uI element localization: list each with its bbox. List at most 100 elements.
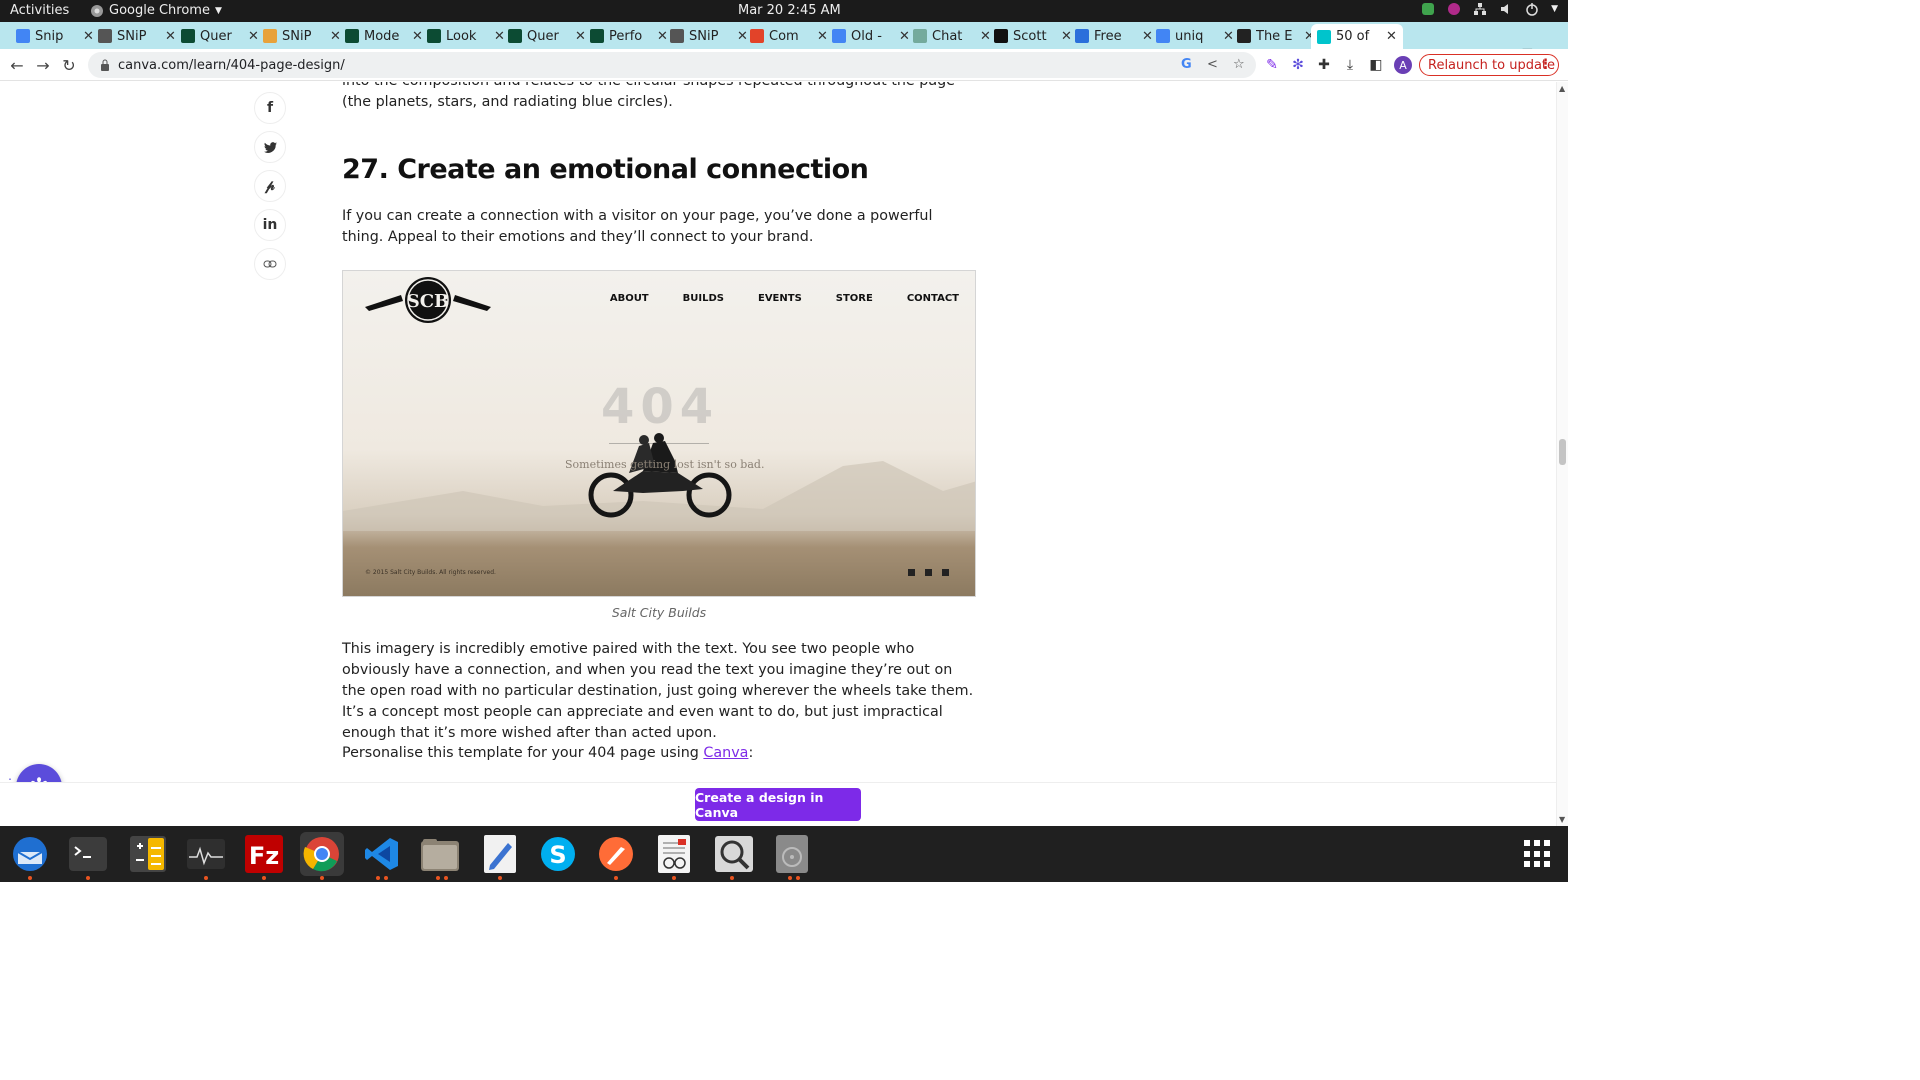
close-tab-icon[interactable]: ✕	[248, 29, 259, 44]
running-indicator	[436, 876, 440, 880]
system-monitor-icon[interactable]	[184, 832, 228, 876]
tab-16[interactable]: The E ✕	[1237, 25, 1315, 47]
running-indicator	[204, 876, 208, 880]
tab-5[interactable]: Mode ✕	[345, 25, 423, 47]
activities-button[interactable]: Activities	[10, 3, 69, 18]
tab-13[interactable]: Scott ✕	[994, 25, 1072, 47]
tab-label: SNiP	[282, 28, 312, 44]
close-tab-icon[interactable]: ✕	[165, 29, 176, 44]
create-design-button[interactable]: Create a design in Canva	[695, 788, 861, 821]
tab-8[interactable]: Perfo ✕	[590, 25, 668, 47]
terminal-icon[interactable]	[66, 832, 110, 876]
tab-11[interactable]: Old - ✕	[832, 25, 910, 47]
tab-4[interactable]: SNiP ✕	[263, 25, 341, 47]
postman-icon[interactable]	[594, 832, 638, 876]
pen-extension-icon[interactable]: ✎	[1263, 56, 1281, 74]
close-tab-icon[interactable]: ✕	[899, 29, 910, 44]
relaunch-button[interactable]: Relaunch to update ⋮	[1419, 54, 1559, 76]
tab-1[interactable]: Snip ✕	[16, 25, 94, 47]
canva-link[interactable]: Canva	[703, 745, 748, 761]
profile-avatar[interactable]: A	[1394, 56, 1412, 74]
tab-10[interactable]: Com ✕	[750, 25, 828, 47]
tab-2[interactable]: SNiP ✕	[98, 25, 176, 47]
disk-icon[interactable]	[770, 832, 814, 876]
side-panel-icon[interactable]: ◧	[1367, 56, 1385, 74]
extensions-icon[interactable]: ✚	[1315, 56, 1333, 74]
close-tab-icon[interactable]: ✕	[980, 29, 991, 44]
close-tab-icon[interactable]: ✕	[494, 29, 505, 44]
close-tab-icon[interactable]: ✕	[1061, 29, 1072, 44]
running-indicator	[614, 876, 618, 880]
tab-12[interactable]: Chat ✕	[913, 25, 991, 47]
share-rail: f 𝓅 in	[254, 92, 286, 287]
close-tab-icon[interactable]: ✕	[657, 29, 668, 44]
close-tab-icon[interactable]: ✕	[1223, 29, 1234, 44]
close-tab-icon[interactable]: ✕	[83, 29, 94, 44]
system-top-bar: Activities Google Chrome ▼ Mar 20 2:45 A…	[0, 0, 1568, 22]
text-editor-icon[interactable]	[478, 832, 522, 876]
bookmark-star-icon[interactable]: ☆	[1233, 57, 1245, 72]
tab-3[interactable]: Quer ✕	[181, 25, 259, 47]
facebook-icon	[942, 569, 949, 576]
update-icon[interactable]	[1421, 2, 1435, 16]
network-icon[interactable]	[1473, 2, 1487, 16]
tab-label: Scott	[1013, 28, 1047, 44]
tab-6[interactable]: Look ✕	[427, 25, 505, 47]
close-tab-icon[interactable]: ✕	[330, 29, 341, 44]
scrollbar-thumb[interactable]	[1559, 439, 1566, 465]
thunderbird-icon[interactable]	[8, 832, 52, 876]
tab-7[interactable]: Quer ✕	[508, 25, 586, 47]
chrome-icon[interactable]	[300, 832, 344, 876]
section-heading: 27. Create an emotional connection	[342, 154, 869, 185]
system-tray[interactable]: ▼	[1421, 2, 1558, 16]
image-viewer-icon[interactable]	[712, 832, 756, 876]
link-icon[interactable]	[254, 248, 286, 280]
linkedin-icon[interactable]: in	[254, 209, 286, 241]
tab-label: Quer	[200, 28, 232, 44]
google-lens-icon[interactable]: G	[1181, 57, 1192, 72]
close-tab-icon[interactable]: ✕	[412, 29, 423, 44]
tab-label: SNiP	[689, 28, 719, 44]
share-icon[interactable]: <	[1207, 57, 1218, 72]
tab-label: uniq	[1175, 28, 1204, 44]
close-tab-icon[interactable]: ✕	[575, 29, 586, 44]
reload-icon[interactable]: ↻	[59, 55, 79, 75]
show-apps-grid-icon[interactable]	[1524, 840, 1552, 868]
tab-label: Quer	[527, 28, 559, 44]
address-bar[interactable]: canva.com/learn/404-page-design/	[88, 52, 1256, 78]
page-scrollbar[interactable]: ▲ ▼	[1556, 82, 1568, 826]
files-icon[interactable]	[418, 832, 462, 876]
chevron-down-icon[interactable]: ▼	[1551, 4, 1558, 14]
filezilla-icon[interactable]: Fz	[242, 832, 286, 876]
calculator-icon[interactable]	[126, 832, 170, 876]
close-tab-icon[interactable]: ✕	[737, 29, 748, 44]
tab-15[interactable]: uniq ✕	[1156, 25, 1234, 47]
clock[interactable]: Mar 20 2:45 AM	[738, 3, 841, 18]
tab-9[interactable]: SNiP ✕	[670, 25, 748, 47]
tab-14[interactable]: Free ✕	[1075, 25, 1153, 47]
volume-icon[interactable]	[1499, 2, 1513, 16]
back-icon[interactable]: ←	[7, 55, 27, 75]
tab-label: 50 of	[1336, 29, 1370, 44]
scroll-up-icon[interactable]: ▲	[1559, 84, 1565, 93]
close-tab-icon[interactable]: ✕	[1386, 29, 1397, 44]
extension-tray-icon[interactable]	[1447, 2, 1461, 16]
power-icon[interactable]	[1525, 2, 1539, 16]
close-tab-icon[interactable]: ✕	[1142, 29, 1153, 44]
twitter-icon[interactable]	[254, 131, 286, 163]
facebook-icon[interactable]: f	[254, 92, 286, 124]
snowflake-extension-icon[interactable]: ✻	[1289, 56, 1307, 74]
skype-icon[interactable]: S	[536, 832, 580, 876]
chrome-ext-icon	[263, 29, 277, 43]
tab-17[interactable]: 50 of ✕	[1311, 24, 1403, 49]
download-icon[interactable]: ⤓	[1341, 56, 1359, 74]
pinterest-icon[interactable]: 𝓅	[254, 170, 286, 202]
running-indicator	[788, 876, 792, 880]
motorcycle-riders-image	[588, 433, 732, 518]
close-tab-icon[interactable]: ✕	[817, 29, 828, 44]
document-viewer-icon[interactable]	[652, 832, 696, 876]
forward-icon[interactable]: →	[33, 55, 53, 75]
vscode-icon[interactable]	[360, 832, 404, 876]
app-menu[interactable]: Google Chrome ▼	[90, 3, 222, 18]
scroll-down-icon[interactable]: ▼	[1559, 815, 1565, 824]
